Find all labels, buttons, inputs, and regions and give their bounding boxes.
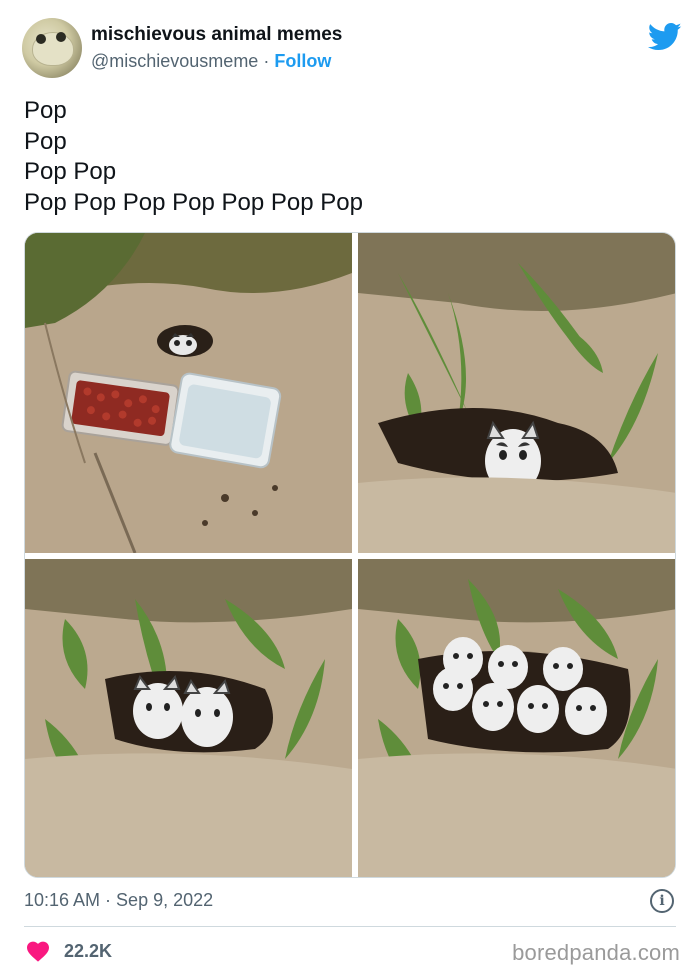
tweet-text-line: Pop	[24, 97, 67, 124]
tweet-header: mischievous animal memes @mischievousmem…	[22, 18, 682, 80]
avatar-eye-right	[56, 32, 66, 42]
heart-icon[interactable]	[26, 940, 50, 962]
avatar[interactable]	[22, 18, 82, 78]
handle-separator: ·	[258, 51, 275, 71]
avatar-eye-left	[36, 34, 46, 44]
tweet-text: Pop Pop Pop Pop Pop Pop Pop Pop Pop Pop …	[24, 96, 363, 218]
author-handle[interactable]: @mischievousmeme	[91, 51, 258, 71]
photo-one-kitten[interactable]	[358, 233, 675, 553]
author-name[interactable]: mischievous animal memes	[91, 24, 342, 46]
photo-1-image	[25, 233, 352, 553]
tweet-card: mischievous animal memes @mischievousmem…	[0, 0, 700, 979]
handle-row: @mischievousmeme · Follow	[91, 51, 331, 72]
tweet-text-line: Pop	[24, 127, 67, 155]
like-action[interactable]: 22.2K	[26, 938, 112, 964]
photo-3-image	[25, 559, 352, 877]
photo-kitten-burrow-food[interactable]	[25, 233, 352, 553]
follow-button[interactable]: Follow	[274, 51, 331, 71]
twitter-bird-icon[interactable]	[648, 22, 682, 52]
tweet-text-line: Pop Pop	[24, 158, 117, 185]
watermark: boredpanda.com	[512, 940, 680, 965]
photo-2-image	[358, 233, 675, 553]
photo-4-image	[358, 559, 675, 877]
like-count: 22.2K	[64, 940, 113, 961]
photo-two-kittens[interactable]	[25, 559, 352, 877]
info-icon[interactable]: i	[650, 889, 674, 913]
divider	[24, 926, 676, 927]
media-grid	[24, 232, 676, 878]
photo-many-kittens[interactable]	[358, 559, 675, 877]
tweet-text-line: Pop Pop Pop Pop Pop Pop Pop	[24, 188, 363, 216]
tweet-timestamp[interactable]: 10:16 AM · Sep 9, 2022	[24, 890, 213, 911]
